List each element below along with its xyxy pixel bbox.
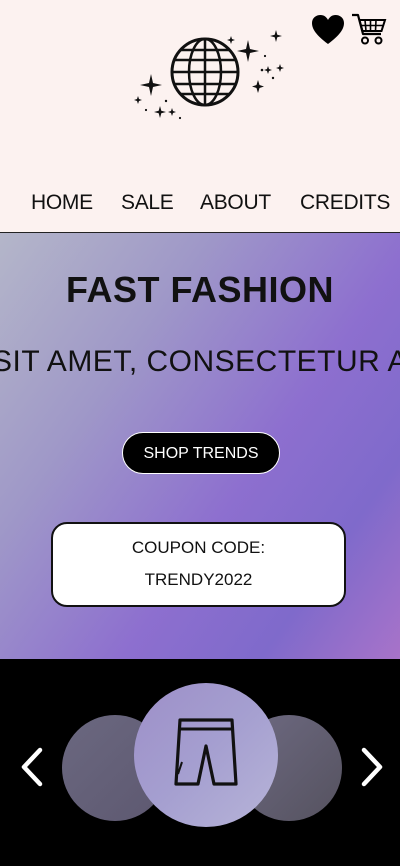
product-carousel bbox=[0, 659, 400, 866]
chevron-left-icon[interactable] bbox=[16, 744, 50, 790]
header: HOME SALE ABOUT CREDITS bbox=[0, 0, 400, 233]
nav-item-home[interactable]: HOME bbox=[31, 186, 93, 220]
shop-trends-button[interactable]: SHOP TRENDS bbox=[122, 432, 280, 474]
hero-title: FAST FASHION bbox=[65, 269, 335, 310]
nav-item-sale[interactable]: SALE bbox=[121, 186, 174, 220]
nav-item-credits[interactable]: CREDITS bbox=[300, 186, 390, 220]
carousel-item-current[interactable] bbox=[134, 683, 278, 827]
coupon-code: TRENDY2022 bbox=[144, 570, 253, 589]
shorts-icon bbox=[174, 718, 238, 786]
hero-section: FAST FASHION SIT AMET, CONSECTETUR AD SH… bbox=[0, 233, 400, 659]
heart-icon[interactable] bbox=[311, 14, 345, 46]
marquee-text: SIT AMET, CONSECTETUR AD bbox=[0, 345, 400, 378]
disco-globe-logo-icon bbox=[134, 30, 284, 120]
nav-item-about[interactable]: ABOUT bbox=[200, 186, 271, 220]
coupon-label: COUPON CODE: bbox=[131, 538, 266, 557]
shopping-cart-icon[interactable] bbox=[351, 12, 387, 46]
main-nav: HOME SALE ABOUT CREDITS bbox=[0, 186, 400, 220]
coupon-box: COUPON CODE: TRENDY2022 bbox=[51, 522, 346, 607]
chevron-right-icon[interactable] bbox=[354, 744, 388, 790]
